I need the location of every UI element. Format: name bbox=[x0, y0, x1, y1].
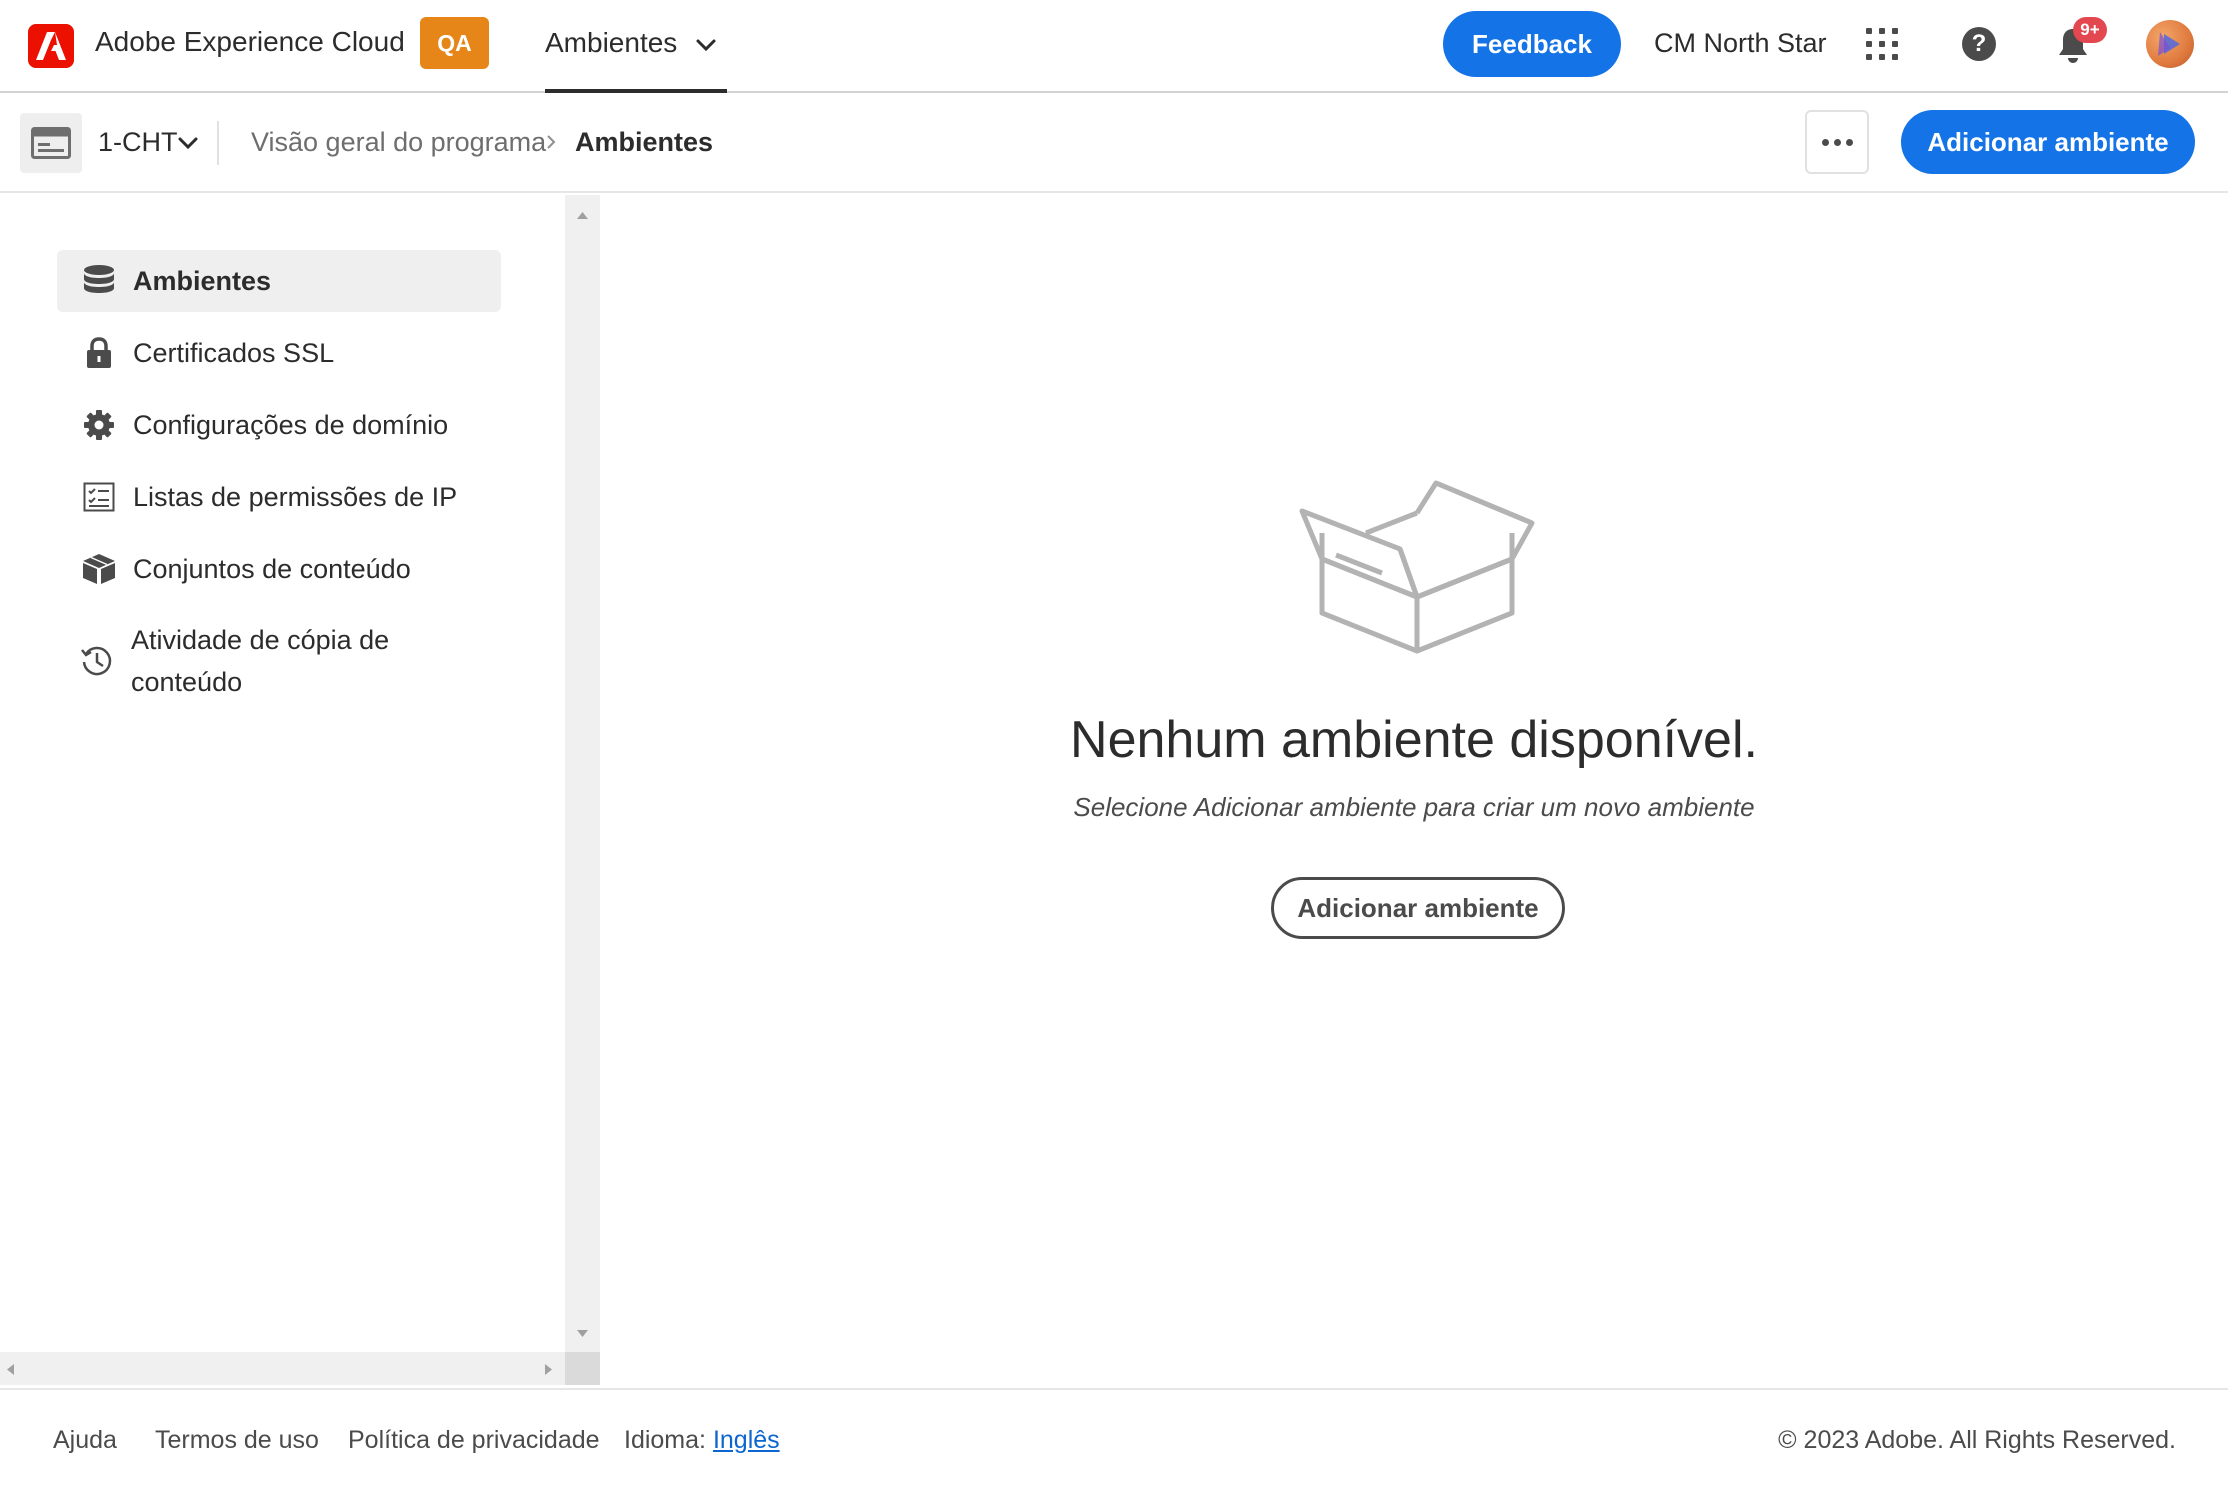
scrollbar-track[interactable] bbox=[0, 1352, 565, 1385]
sidebar-item-label: Atividade de cópia de conteúdo bbox=[131, 625, 390, 697]
help-icon[interactable]: ? bbox=[1962, 27, 1996, 61]
adobe-logo-icon[interactable] bbox=[28, 24, 74, 68]
footer-language-label: Idioma: bbox=[624, 1426, 706, 1454]
sidebar-item-content-copy-activity[interactable]: Atividade de cópia de conteúdo bbox=[57, 613, 501, 709]
footer-privacy-link[interactable]: Política de privacidade bbox=[348, 1426, 600, 1455]
user-avatar[interactable] bbox=[2146, 20, 2194, 68]
feedback-button[interactable]: Feedback bbox=[1443, 11, 1621, 77]
program-selector[interactable]: 1-CHT bbox=[98, 127, 178, 158]
breadcrumb-program-overview[interactable]: Visão geral do programa bbox=[251, 127, 546, 158]
top-header: Adobe Experience Cloud QA Ambientes Feed… bbox=[0, 0, 2228, 93]
scroll-down-arrow-icon[interactable] bbox=[576, 1325, 589, 1343]
more-actions-button[interactable] bbox=[1805, 110, 1869, 174]
program-icon[interactable] bbox=[20, 113, 82, 173]
sidebar-item-label: Ambientes bbox=[133, 265, 272, 296]
lock-icon bbox=[81, 335, 117, 371]
app-switcher-icon[interactable] bbox=[1866, 28, 1898, 60]
database-icon bbox=[81, 263, 117, 299]
sidebar-item-label: Certificados SSL bbox=[133, 337, 335, 368]
scroll-left-arrow-icon[interactable] bbox=[6, 1363, 15, 1381]
add-environment-secondary-button[interactable]: Adicionar ambiente bbox=[1271, 877, 1565, 939]
org-switcher[interactable]: CM North Star bbox=[1654, 28, 1827, 59]
empty-state-subtitle: Selecione Adicionar ambiente para criar … bbox=[1073, 792, 1755, 822]
boxes-icon bbox=[81, 551, 117, 587]
scroll-right-arrow-icon[interactable] bbox=[544, 1363, 553, 1381]
nav-menu-environments[interactable]: Ambientes bbox=[545, 0, 727, 93]
add-environment-button[interactable]: Adicionar ambiente bbox=[1901, 110, 2195, 174]
main-content: Nenhum ambiente disponível. Selecione Ad… bbox=[600, 195, 2228, 1385]
sidebar-item-ssl-certificates[interactable]: Certificados SSL bbox=[57, 322, 501, 384]
divider bbox=[217, 121, 219, 165]
footer-terms-link[interactable]: Termos de uso bbox=[155, 1426, 319, 1455]
sidebar-item-environments[interactable]: Ambientes bbox=[57, 250, 501, 312]
sidebar-item-domain-settings[interactable]: Configurações de domínio bbox=[57, 394, 501, 456]
footer-help-link[interactable]: Ajuda bbox=[53, 1426, 117, 1455]
chevron-down-icon[interactable] bbox=[178, 137, 198, 155]
sidebar-item-label: Conjuntos de conteúdo bbox=[133, 553, 411, 584]
sidebar-vertical-scrollbar[interactable] bbox=[565, 195, 600, 1385]
footer-copyright: © 2023 Adobe. All Rights Reserved. bbox=[1778, 1426, 2176, 1454]
footer: Ajuda Termos de uso Política de privacid… bbox=[0, 1388, 2228, 1490]
nav-menu-label: Ambientes bbox=[545, 27, 678, 58]
environment-badge: QA bbox=[420, 17, 489, 69]
sidebar-item-label: Configurações de domínio bbox=[133, 409, 449, 440]
breadcrumb-current: Ambientes bbox=[575, 127, 714, 157]
footer-language: Idioma: Inglês bbox=[624, 1426, 780, 1455]
app-title[interactable]: Adobe Experience Cloud bbox=[95, 26, 405, 58]
scrollbar-corner bbox=[565, 1352, 600, 1385]
gear-icon bbox=[81, 407, 117, 443]
checklist-icon bbox=[81, 479, 117, 515]
sidebar-item-content-sets[interactable]: Conjuntos de conteúdo bbox=[57, 538, 501, 600]
sidebar-item-ip-allowlists[interactable]: Listas de permissões de IP bbox=[57, 466, 501, 528]
footer-language-link[interactable]: Inglês bbox=[713, 1426, 780, 1454]
sidebar: Ambientes Certificados SSL Configurações… bbox=[0, 195, 600, 1385]
sidebar-item-label: Listas de permissões de IP bbox=[133, 481, 458, 512]
empty-box-icon bbox=[1296, 473, 1538, 662]
chevron-right-icon bbox=[545, 133, 557, 156]
chevron-down-icon bbox=[695, 38, 717, 57]
notification-count-badge: 9+ bbox=[2073, 17, 2107, 43]
empty-state-title: Nenhum ambiente disponível. bbox=[1070, 711, 1758, 769]
program-header: 1-CHT Visão geral do programa Ambientes … bbox=[0, 93, 2228, 193]
sidebar-horizontal-scrollbar[interactable] bbox=[0, 1352, 600, 1385]
scroll-up-arrow-icon[interactable] bbox=[576, 207, 589, 225]
history-icon bbox=[79, 643, 115, 679]
